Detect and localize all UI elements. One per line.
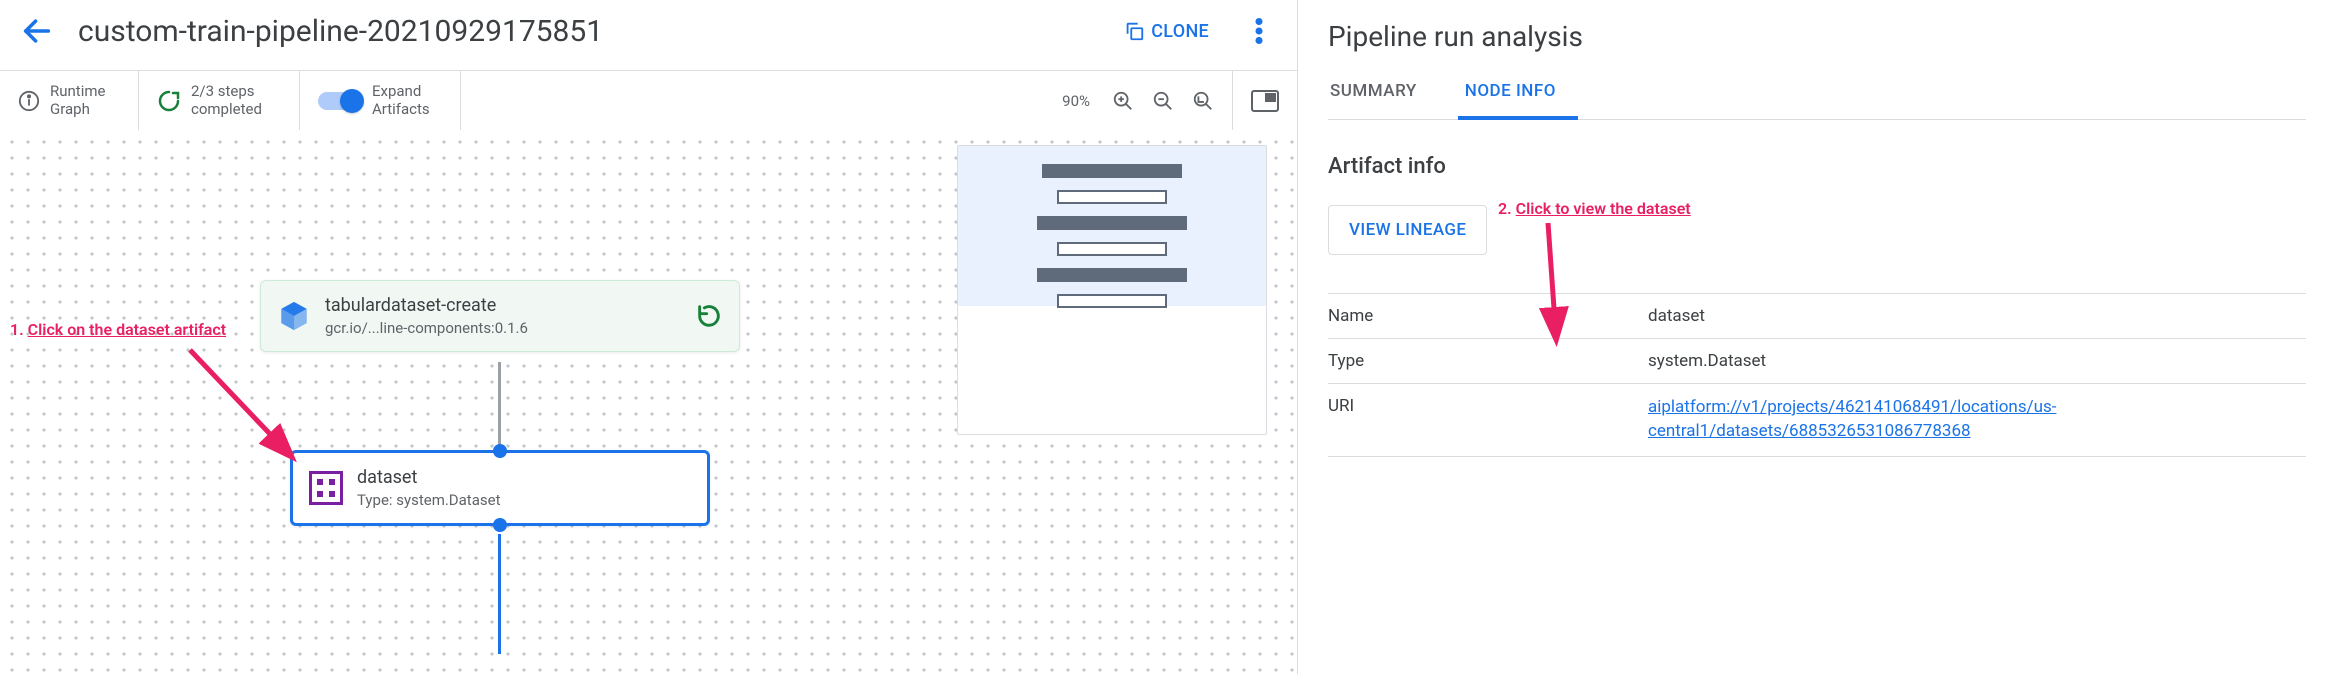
tab-node-info[interactable]: NODE INFO (1463, 81, 1558, 119)
clone-button[interactable]: CLONE (1115, 16, 1217, 46)
side-panel-title: Pipeline run analysis (1328, 6, 2306, 81)
minimap[interactable] (957, 145, 1267, 435)
pipeline-title: custom-train-pipeline-20210929175851 (78, 14, 1091, 49)
pipeline-canvas[interactable]: tabulardataset-create gcr.io/...line-com… (0, 130, 1297, 674)
tab-summary[interactable]: SUMMARY (1328, 81, 1419, 119)
cube-icon (277, 299, 311, 333)
annotation-1: 1. Click on the dataset artifact (10, 320, 226, 339)
section-artifact-info: Artifact info (1328, 154, 2306, 179)
clone-label: CLONE (1151, 21, 1209, 42)
back-arrow-icon[interactable] (20, 14, 54, 48)
node-artifact-title: dataset (357, 467, 691, 489)
view-lineage-button[interactable]: VIEW LINEAGE (1328, 205, 1487, 255)
runtime-graph-label: Runtime Graph (50, 83, 120, 118)
zoom-out-icon[interactable] (1152, 90, 1174, 112)
prop-name-value: dataset (1648, 306, 2306, 326)
prop-uri-value[interactable]: aiplatform://v1/projects/462141068491/lo… (1648, 396, 2306, 444)
node-artifact-dataset[interactable]: dataset Type: system.Dataset (290, 450, 710, 526)
prop-uri-label: URI (1328, 396, 1648, 444)
minimap-toggle-icon[interactable] (1251, 90, 1279, 112)
info-icon (18, 90, 40, 112)
node-exec-title: tabulardataset-create (325, 295, 681, 317)
prop-type-value: system.Dataset (1648, 351, 2306, 371)
steps-completed-text: 2/3 steps completed (191, 83, 281, 118)
zoom-reset-icon[interactable] (1192, 90, 1214, 112)
kebab-menu-icon[interactable] (1241, 10, 1277, 52)
node-exec-subtitle: gcr.io/...line-components:0.1.6 (325, 319, 681, 337)
zoom-in-icon[interactable] (1112, 90, 1134, 112)
node-exec-tabulardataset-create[interactable]: tabulardataset-create gcr.io/...line-com… (260, 280, 740, 352)
node-artifact-subtitle: Type: system.Dataset (357, 491, 691, 509)
expand-artifacts-label: Expand Artifacts (372, 83, 442, 118)
progress-icon (157, 89, 181, 113)
node-refresh-icon[interactable] (695, 302, 723, 330)
annotation-2: 2. Click to view the dataset (1498, 199, 1691, 218)
expand-artifacts-toggle[interactable] (318, 92, 362, 110)
annotation-2-arrow (1488, 217, 1608, 357)
annotation-1-arrow (180, 340, 320, 480)
zoom-percent: 90% (1062, 92, 1090, 110)
